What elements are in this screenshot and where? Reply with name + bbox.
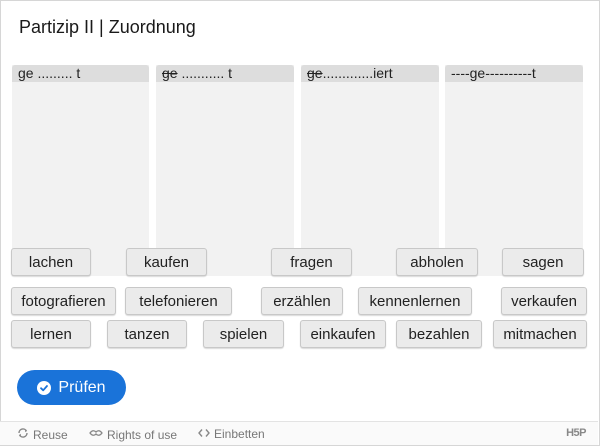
embed-label: Einbetten xyxy=(214,427,265,441)
word-sagen[interactable]: sagen xyxy=(502,248,584,276)
word-erzaehlen[interactable]: erzählen xyxy=(261,287,343,315)
word-verkaufen[interactable]: verkaufen xyxy=(501,287,587,315)
drop-zone-no-ge-t[interactable]: ge ........... t xyxy=(156,65,294,276)
check-circle-icon xyxy=(37,380,52,395)
word-tanzen[interactable]: tanzen xyxy=(107,320,187,348)
footer-bar: Reuse Rights of use Einbetten H5P xyxy=(0,421,598,445)
code-icon xyxy=(198,427,210,441)
rights-of-use-link[interactable]: Rights of use xyxy=(89,427,177,442)
word-bezahlen[interactable]: bezahlen xyxy=(396,320,482,348)
copyright-icon xyxy=(89,427,103,442)
check-button-label: Prüfen xyxy=(58,378,106,396)
page-title: Partizip II | Zuordnung xyxy=(19,17,196,37)
check-button[interactable]: Prüfen xyxy=(17,370,126,405)
word-lernen[interactable]: lernen xyxy=(11,320,91,348)
embed-link[interactable]: Einbetten xyxy=(198,427,265,441)
reuse-link[interactable]: Reuse xyxy=(17,427,68,442)
zone-label: ge ......... t xyxy=(12,65,149,82)
word-fragen[interactable]: fragen xyxy=(271,248,352,276)
drop-zone-ge-t[interactable]: ge ......... t xyxy=(12,65,149,276)
word-kennenlernen[interactable]: kennenlernen xyxy=(358,287,472,315)
word-mitmachen[interactable]: mitmachen xyxy=(493,320,587,348)
word-lachen[interactable]: lachen xyxy=(11,248,91,276)
zone-label: ge.............iert xyxy=(301,65,439,82)
zone-label: ge ........... t xyxy=(156,65,294,82)
reuse-icon xyxy=(17,427,29,442)
zone-label: ----ge----------t xyxy=(445,65,583,82)
reuse-label: Reuse xyxy=(33,427,68,442)
drop-zone-no-ge-iert[interactable]: ge.............iert xyxy=(301,65,439,276)
word-fotografieren[interactable]: fotografieren xyxy=(11,287,116,315)
word-telefonieren[interactable]: telefonieren xyxy=(125,287,232,315)
h5p-logo[interactable]: H5P xyxy=(566,427,586,439)
word-einkaufen[interactable]: einkaufen xyxy=(300,320,386,348)
word-abholen[interactable]: abholen xyxy=(396,248,478,276)
word-kaufen[interactable]: kaufen xyxy=(126,248,207,276)
drop-zone-ge-inside-t[interactable]: ----ge----------t xyxy=(445,65,583,276)
word-spielen[interactable]: spielen xyxy=(203,320,284,348)
rights-label: Rights of use xyxy=(107,427,178,442)
